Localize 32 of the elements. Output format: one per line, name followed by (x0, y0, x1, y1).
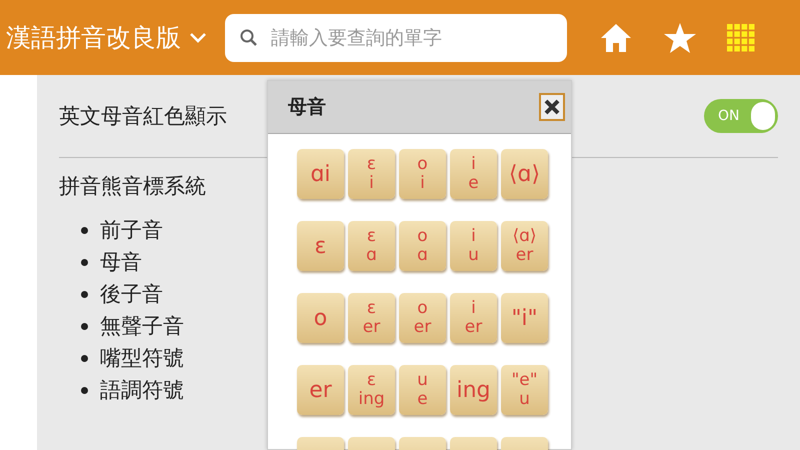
vowel-tile[interactable]: ⟨ɑ⟩ (501, 149, 548, 199)
vowel-tile[interactable]: er (297, 365, 344, 415)
star-icon[interactable] (663, 22, 697, 54)
vowel-tile[interactable]: i u (450, 221, 497, 271)
home-icon[interactable] (599, 22, 633, 54)
vowel-tile[interactable]: ɑi (297, 149, 344, 199)
vowel-tile[interactable]: o er (399, 293, 446, 343)
vowel-tile[interactable]: ing (450, 365, 497, 415)
close-icon (544, 99, 560, 115)
grid-icon[interactable] (727, 24, 755, 52)
popup-title: 母音 (288, 95, 326, 120)
vowel-tile[interactable]: ⟨ɑ⟩ er (501, 221, 548, 271)
setting-label: 英文母音紅色顯示 (59, 103, 227, 130)
search-field[interactable]: 請輸入要查詢的單字 (225, 14, 567, 62)
section-heading: 拼音熊音標系統 (59, 174, 206, 198)
vowel-tile[interactable]: o i (399, 149, 446, 199)
vowel-tile[interactable]: i er (450, 293, 497, 343)
toggle-switch[interactable]: ON (704, 99, 778, 133)
vowel-tile[interactable]: i e (450, 149, 497, 199)
app-title-dropdown[interactable]: 漢語拼音改良版 (6, 21, 207, 54)
vowel-tile[interactable]: o (297, 293, 344, 343)
vowel-tile[interactable]: ɛ ɑ (348, 221, 395, 271)
vowel-tile[interactable]: ɛ i (348, 149, 395, 199)
vowel-tile[interactable]: "e" u (501, 365, 548, 415)
vowel-tile[interactable]: ɛ (297, 221, 344, 271)
vowel-tile[interactable]: "i" (501, 293, 548, 343)
vowel-tile[interactable]: u e (399, 365, 446, 415)
close-button[interactable] (539, 93, 565, 121)
vowel-tile[interactable]: ɛ er (348, 293, 395, 343)
vowel-tile[interactable]: o ɑ (399, 221, 446, 271)
vowel-tile[interactable]: ɛ ing (348, 365, 395, 415)
chevron-icon (189, 32, 207, 44)
